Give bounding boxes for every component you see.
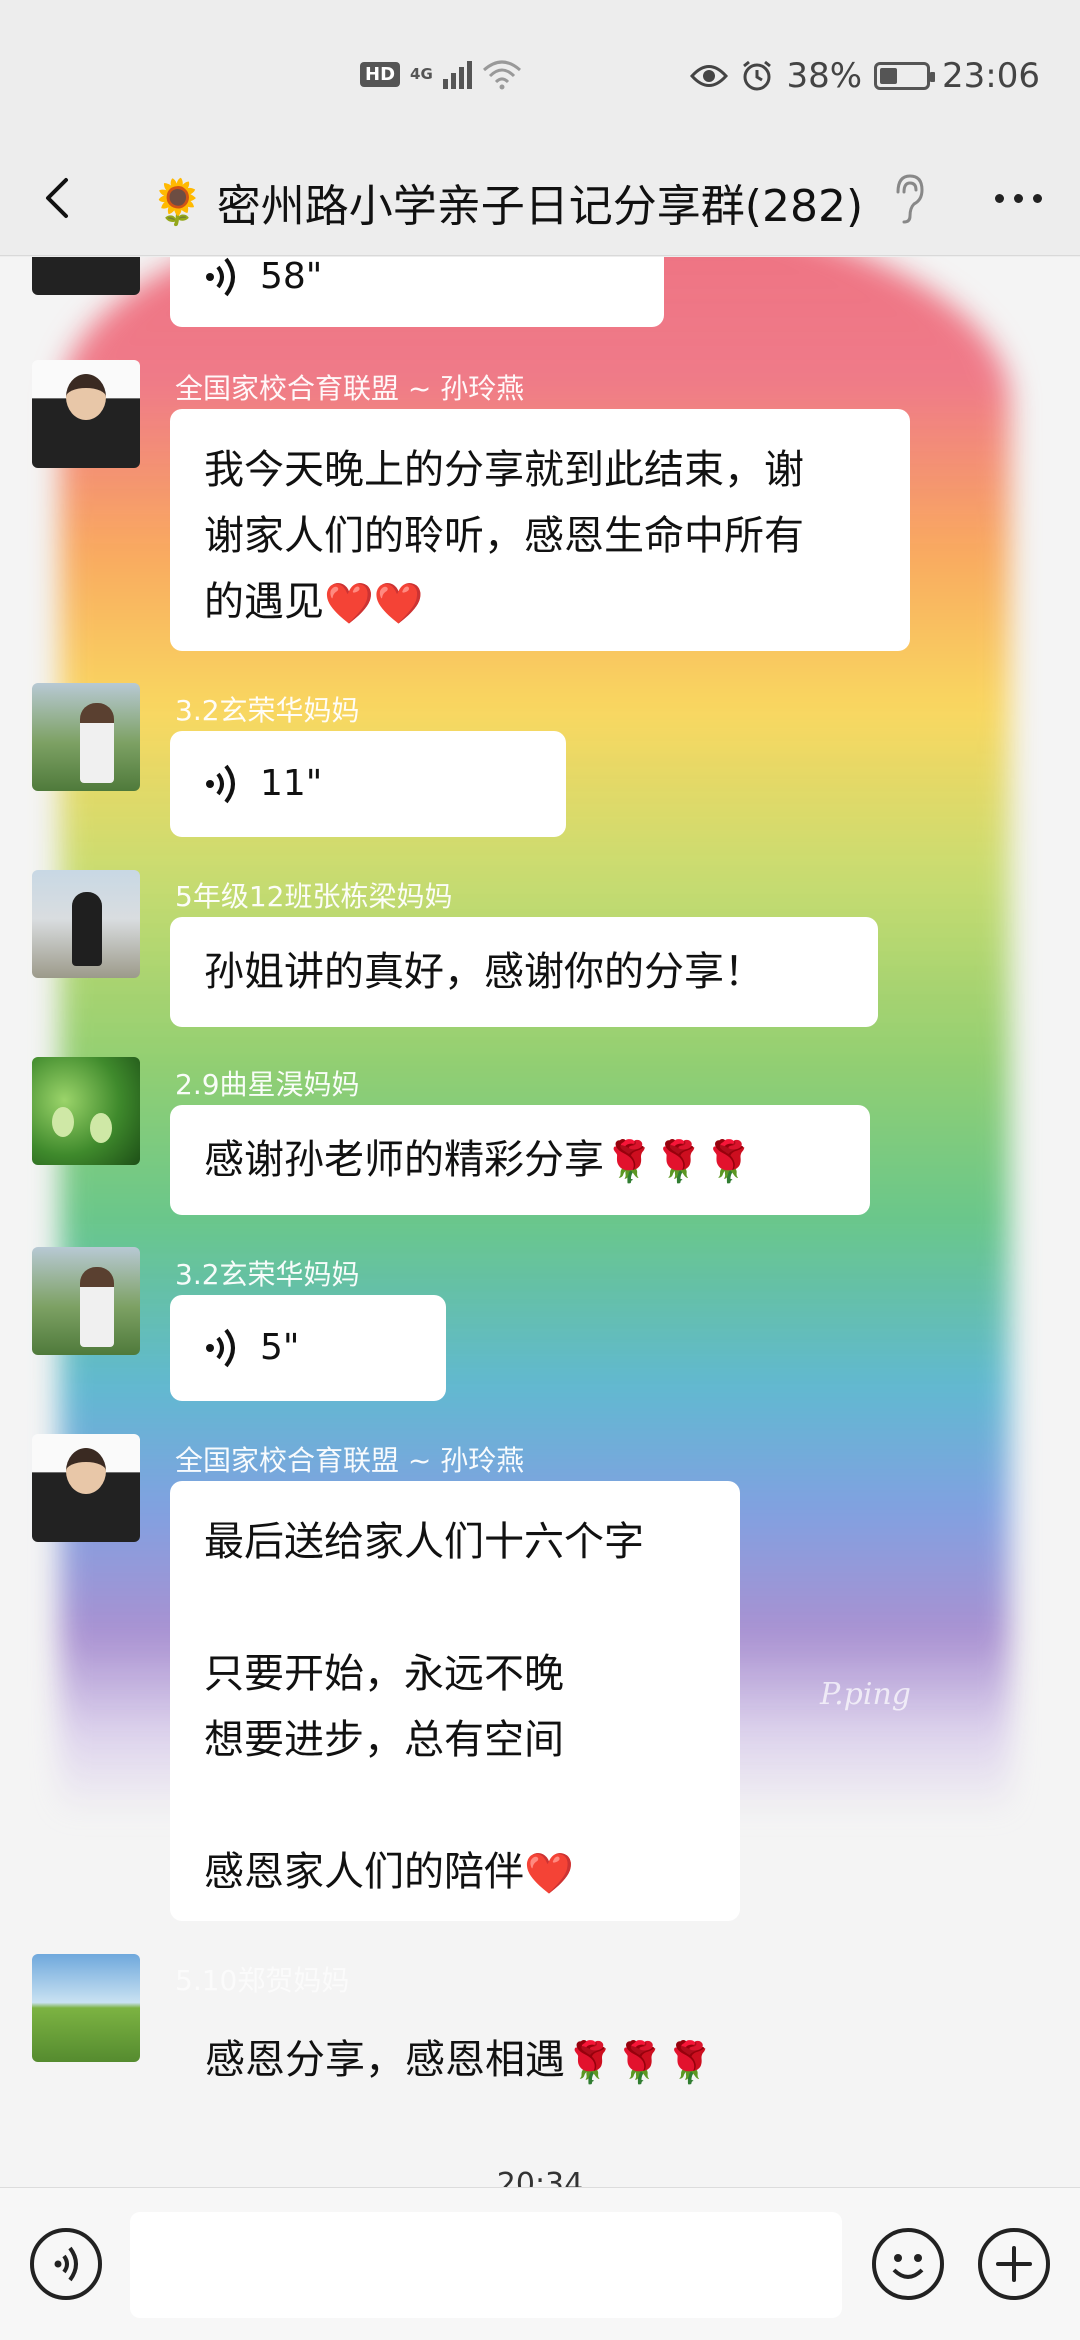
page-title: 🌻 密州路小学亲子日记分享群(282) [150, 170, 863, 234]
text-message[interactable]: 孙姐讲的真好，感谢你的分享！ [170, 917, 878, 1027]
avatar[interactable] [32, 1057, 140, 1165]
more-button[interactable] [986, 170, 1050, 226]
watermark: P.ping [820, 1677, 911, 1712]
voice-duration: 58" [260, 257, 323, 297]
sender-name: 3.2玄荣华妈妈 [175, 694, 360, 727]
message-input[interactable] [130, 2212, 842, 2318]
voice-wave-icon [206, 764, 235, 804]
voice-message[interactable]: 11" [170, 731, 566, 837]
rose-emoji: 🌹🌹🌹 [565, 2039, 715, 2086]
input-bar [0, 2187, 1080, 2340]
voice-mode-button[interactable] [30, 2228, 102, 2300]
sunflower-icon: 🌻 [150, 177, 205, 228]
voice-duration: 11" [260, 763, 323, 804]
voice-message[interactable]: 58" [170, 257, 664, 327]
voice-mode-icon [54, 2246, 78, 2282]
back-button[interactable] [30, 166, 90, 230]
status-bar: HD 4G 38% 23:06 [0, 0, 1080, 140]
text-message[interactable]: 最后送给家人们十六个字 只要开始，永远不晚 想要进步，总有空间 感恩家人们的陪伴… [170, 1481, 740, 1921]
battery-icon [874, 62, 936, 90]
ear-icon[interactable] [888, 170, 928, 226]
smiley-icon [892, 2254, 924, 2279]
dot [1032, 193, 1042, 203]
timestamp: 20:34 [496, 2167, 584, 2187]
signal-icon [442, 59, 472, 89]
avatar[interactable] [32, 360, 140, 468]
group-name: 密州路小学亲子日记分享群(282) [216, 181, 864, 232]
voice-wave-icon [206, 1328, 235, 1368]
chat-header: 🌻 密州路小学亲子日记分享群(282) [0, 140, 1080, 256]
message-text: 最后送给家人们十六个字 只要开始，永远不晚 想要进步，总有空间 感恩家人们的陪伴 [204, 1519, 644, 1895]
chevron-left-icon [46, 178, 68, 218]
sender-name: 全国家校合育联盟 ~ 孙玲燕 [175, 1444, 525, 1477]
voice-message[interactable]: 5" [170, 1295, 446, 1401]
status-right: 38% 23:06 [690, 56, 1040, 96]
avatar[interactable] [32, 1434, 140, 1542]
avatar[interactable] [32, 257, 140, 295]
clock: 23:06 [942, 56, 1040, 96]
alarm-icon [743, 60, 772, 91]
message-text: 感谢孙老师的精彩分享 [204, 1137, 604, 1183]
dot [1013, 193, 1023, 203]
voice-duration: 5" [260, 1327, 300, 1368]
avatar[interactable] [32, 1247, 140, 1355]
text-message[interactable]: 我今天晚上的分享就到此结束，谢 谢家人们的聆听，感恩生命中所有 的遇见❤️❤️ [170, 409, 910, 651]
text-message[interactable]: 感谢孙老师的精彩分享🌹🌹🌹 [170, 1105, 870, 1215]
hd-badge: HD [360, 61, 401, 87]
sender-name: 3.2玄荣华妈妈 [175, 1258, 360, 1291]
avatar[interactable] [32, 870, 140, 978]
message-text: 孙姐讲的真好，感谢你的分享！ [204, 949, 764, 995]
voice-wave-icon [206, 257, 235, 297]
heart-emoji: ❤️❤️ [324, 581, 424, 627]
emoji-button[interactable] [872, 2228, 944, 2300]
sender-name: 5年级12班张栋梁妈妈 [175, 880, 453, 913]
sender-name: 全国家校合育联盟 ~ 孙玲燕 [175, 372, 525, 405]
rose-emoji: 🌹🌹🌹 [604, 1139, 754, 1185]
chat-area[interactable]: P.ping 58" 全国家校合育联盟 ~ 孙玲燕 我今天晚上的分享就到此结束，… [0, 257, 1080, 2187]
battery-percent: 38% [786, 56, 863, 96]
message-text: 感恩分享，感恩相遇 [205, 2037, 565, 2083]
wifi-icon [482, 60, 521, 90]
network-type: 4G [410, 64, 433, 83]
add-button[interactable] [978, 2228, 1050, 2300]
eye-icon [690, 65, 729, 87]
avatar[interactable] [32, 683, 140, 791]
plus-icon [996, 2246, 1032, 2282]
avatar[interactable] [32, 1954, 140, 2062]
message-text: 我今天晚上的分享就到此结束，谢 谢家人们的聆听，感恩生命中所有 的遇见 [204, 447, 804, 625]
dot [994, 193, 1004, 203]
network-indicators: HD 4G [360, 58, 522, 90]
text-message[interactable]: 感恩分享，感恩相遇🌹🌹🌹 [205, 2027, 714, 2086]
sender-name: 5.10郑贺妈妈 [175, 1964, 350, 1997]
heart-emoji: ❤️ [524, 1851, 574, 1897]
sender-name: 2.9曲星淏妈妈 [175, 1068, 360, 1101]
